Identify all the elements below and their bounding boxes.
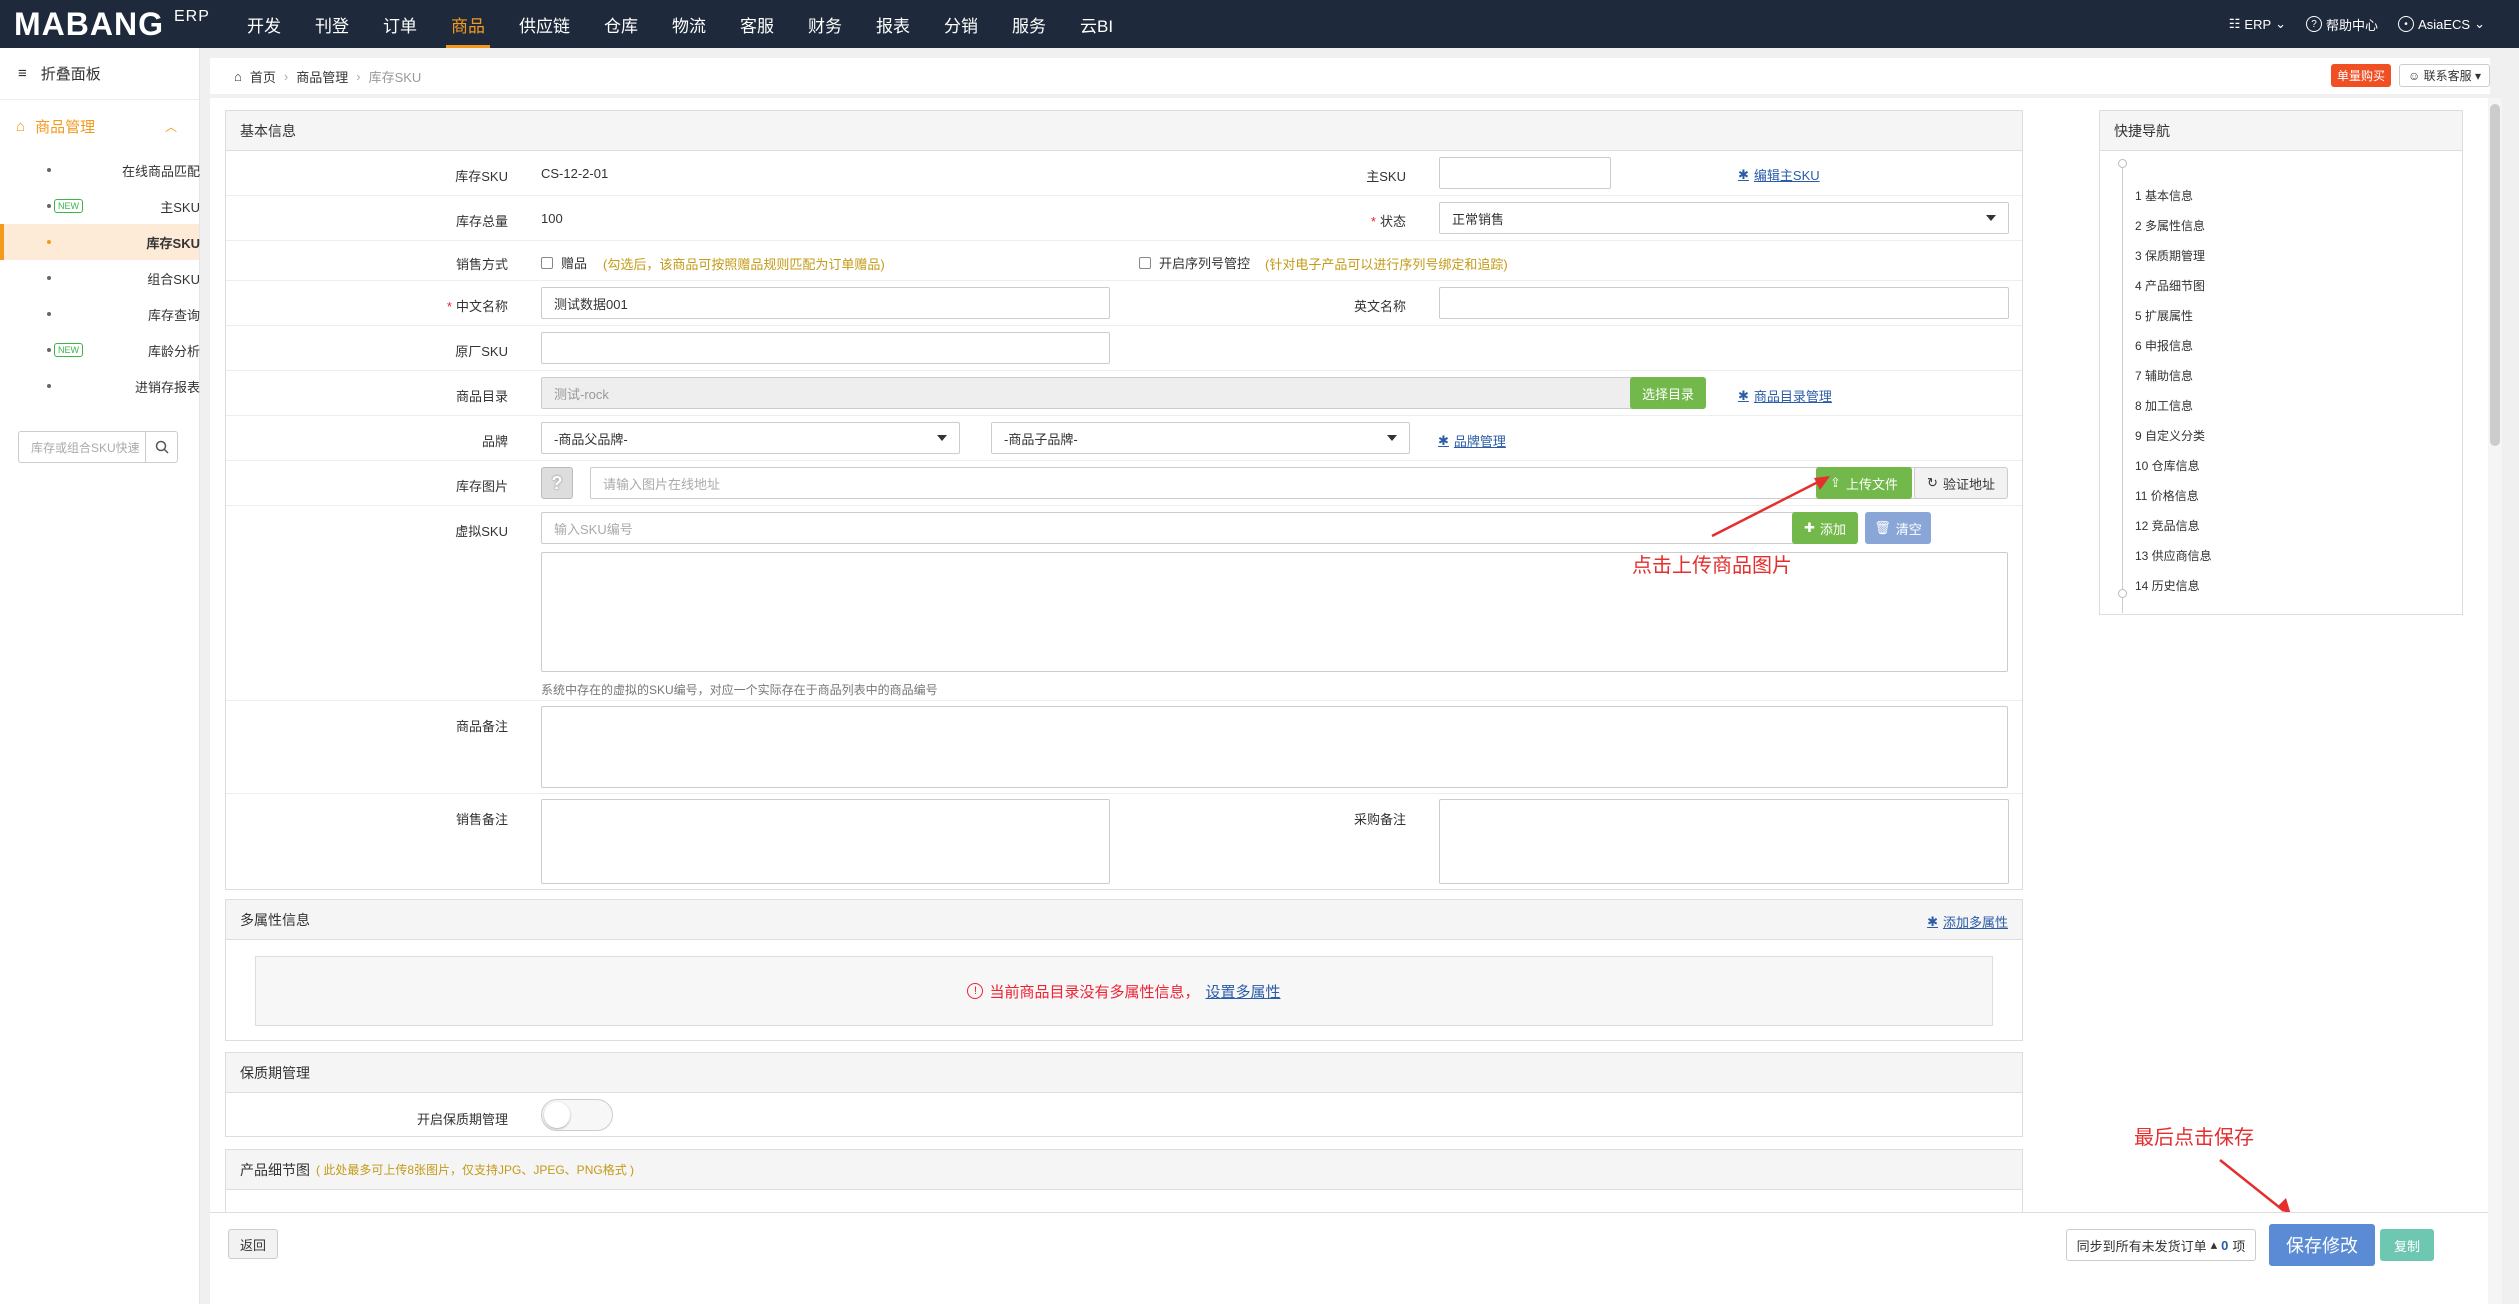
sync-count: 0 xyxy=(2221,1237,2229,1253)
back-button[interactable]: 返回 xyxy=(228,1229,278,1259)
caret-up-icon: ▴ xyxy=(2210,1237,2218,1252)
upload-annotation: 点击上传商品图片 xyxy=(1632,555,1792,577)
annotation-arrows xyxy=(1711,476,2292,1218)
save-button[interactable]: 保存修改 xyxy=(2269,1224,2375,1266)
sync-unit: 项 xyxy=(2232,1238,2246,1254)
scrollbar-thumb[interactable] xyxy=(2490,104,2500,446)
bottom-action-bar: 返回 同步到所有未发货订单 ▴ 0 项 保存修改 复制 xyxy=(210,1212,2490,1276)
save-annotation: 最后点击保存 xyxy=(2134,1127,2254,1149)
sync-orders-label: 同步到所有未发货订单 xyxy=(2076,1238,2207,1254)
copy-button[interactable]: 复制 xyxy=(2380,1229,2434,1261)
sync-orders-select[interactable]: 同步到所有未发货订单 ▴ 0 项 xyxy=(2066,1229,2256,1261)
